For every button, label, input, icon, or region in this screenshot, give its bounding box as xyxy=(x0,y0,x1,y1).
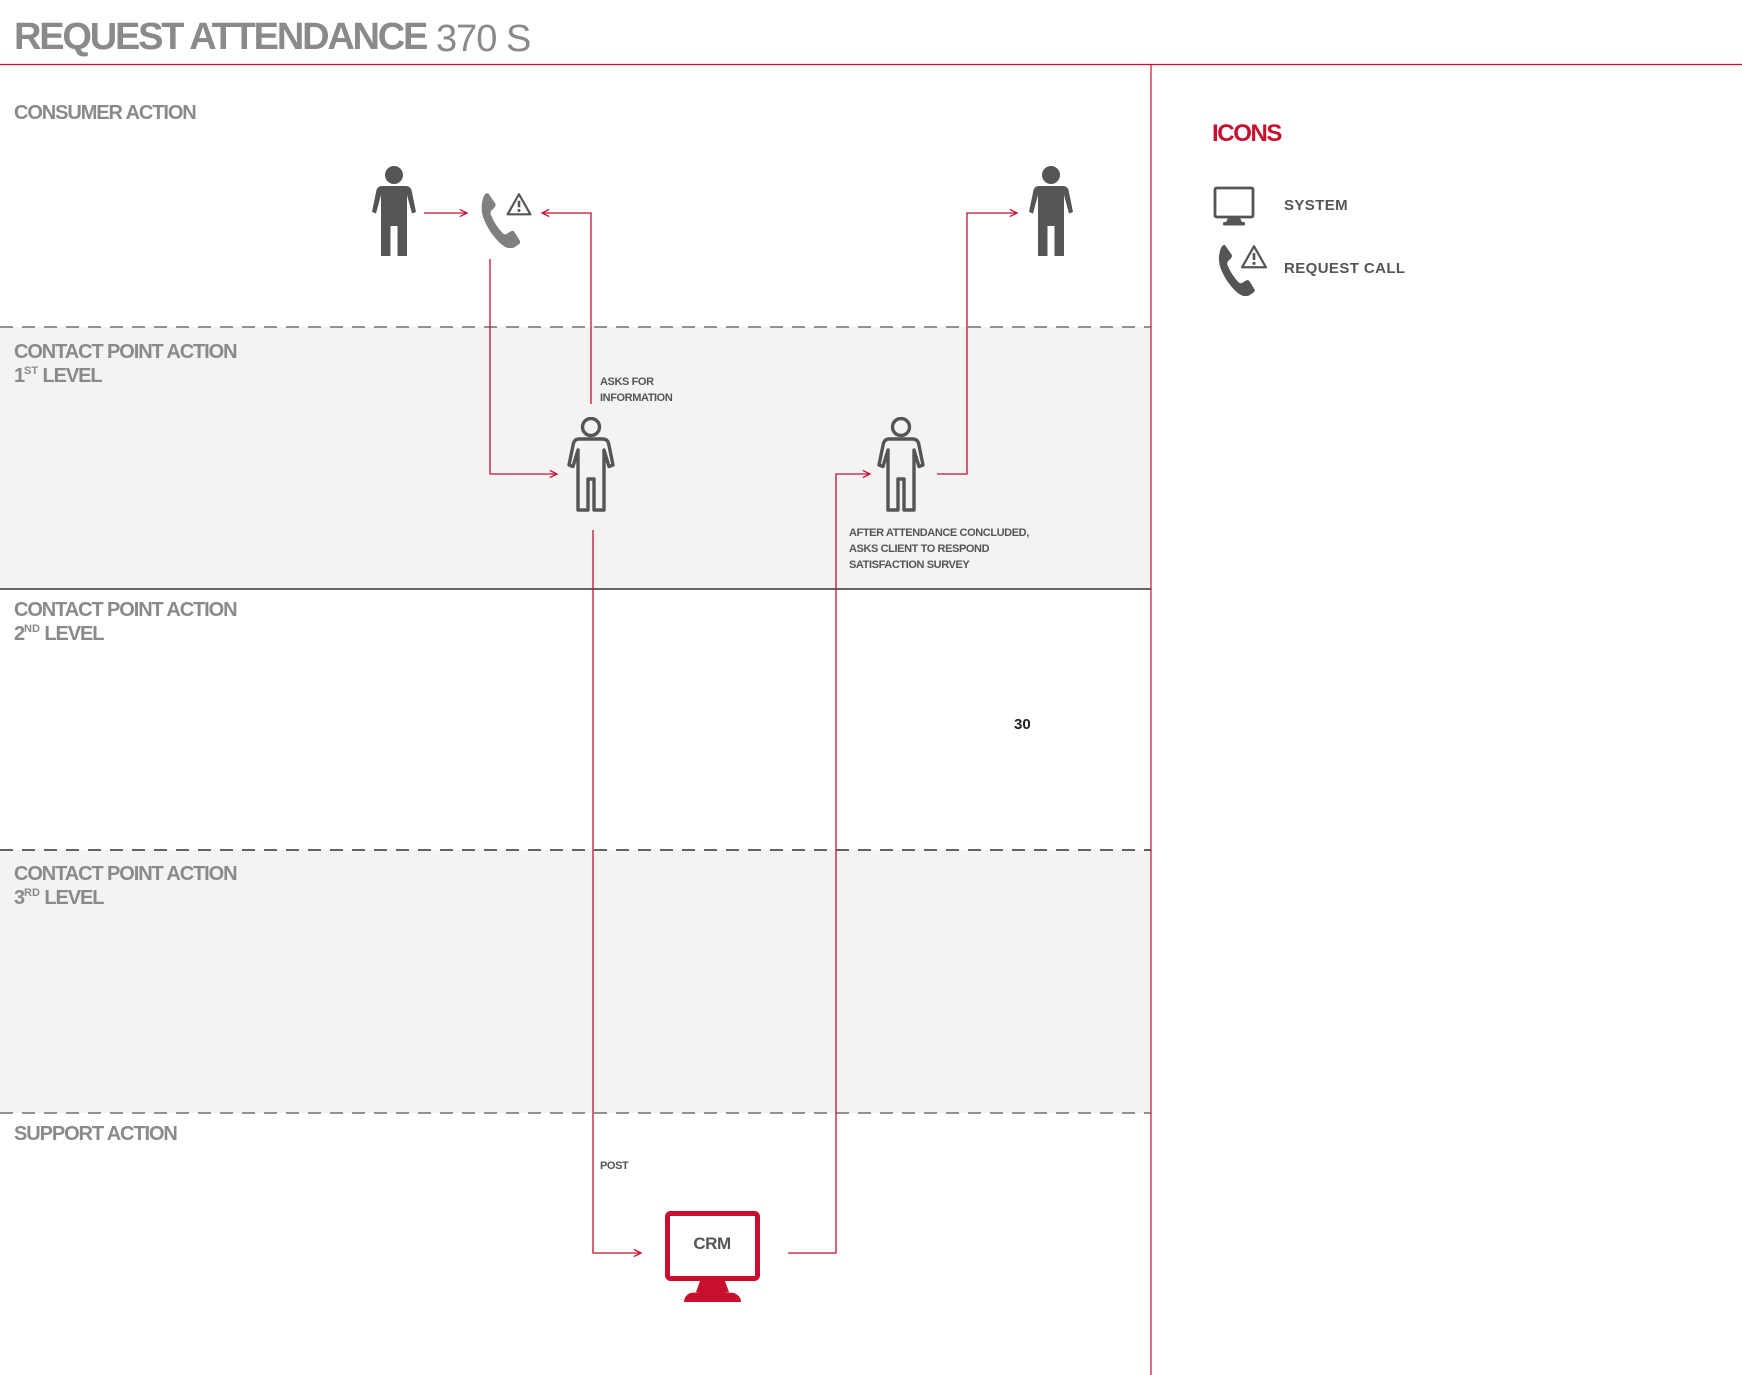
page-number: 30 xyxy=(1014,716,1031,733)
process-code: 370 S xyxy=(436,18,531,60)
lane-label-support: SUPPORT ACTION xyxy=(14,1123,178,1145)
legend-phone-warning-icon xyxy=(1218,244,1268,296)
request-call-icon xyxy=(481,192,532,248)
note-post: POST xyxy=(600,1160,629,1172)
note-asks-for-information: ASKS FOR INFORMATION xyxy=(600,376,673,404)
flow-diagram xyxy=(0,63,1742,1375)
lane-label-third-level: CONTACT POINT ACTION 3RD LEVEL xyxy=(14,863,238,909)
note-satisfaction-survey: AFTER ATTENDANCE CONCLUDED, ASKS CLIENT … xyxy=(849,527,1029,571)
lane-label-first-level: CONTACT POINT ACTION 1ST LEVEL xyxy=(14,341,238,387)
lane-label-second-level: CONTACT POINT ACTION 2ND LEVEL xyxy=(14,599,238,645)
legend-label-system: SYSTEM xyxy=(1284,197,1349,214)
legend-monitor-icon xyxy=(1213,186,1255,226)
consumer-left-icon xyxy=(372,166,416,256)
legend-title: ICONS xyxy=(1212,120,1282,147)
consumer-right-icon xyxy=(1029,166,1073,256)
legend-label-request-call: REQUEST CALL xyxy=(1284,260,1406,277)
crm-label: CRM xyxy=(693,1234,731,1253)
lane-label-consumer: CONSUMER ACTION xyxy=(14,102,197,124)
crm-monitor-icon xyxy=(665,1211,760,1302)
page-title: REQUEST ATTENDANCE xyxy=(14,16,428,58)
